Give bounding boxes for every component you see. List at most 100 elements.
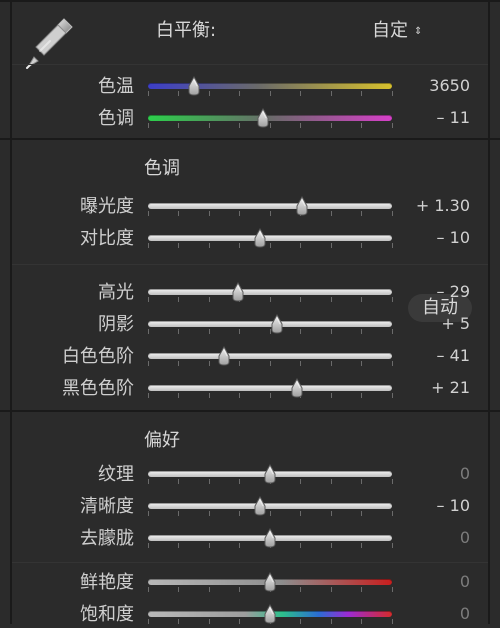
slider-tick (330, 91, 332, 96)
tone-panel: 色调 自动 曝光度 + 1.30 对比度 – 10 高光 – 29 阴影 + 5… (0, 138, 500, 410)
dehaze-label: 去朦胧 (80, 528, 134, 549)
clarity-value[interactable]: – 10 (437, 490, 470, 520)
whites-slider[interactable] (147, 340, 393, 370)
slider-tick (391, 91, 393, 96)
slider-tick (361, 361, 362, 366)
white-balance-preset-value: 自定 (372, 20, 408, 41)
slider-tick (147, 619, 149, 624)
temperature-row: 色温 3650 (0, 70, 500, 100)
contrast-slider-track[interactable] (148, 235, 392, 241)
blacks-slider[interactable] (147, 372, 393, 402)
slider-tick (178, 543, 179, 548)
temperature-value[interactable]: 3650 (429, 70, 470, 100)
slider-tick (391, 543, 393, 548)
blacks-slider-ticks (147, 393, 393, 398)
slider-tick (178, 329, 179, 334)
temperature-slider[interactable] (147, 70, 393, 100)
shadows-slider[interactable] (147, 308, 393, 338)
slider-tick (178, 91, 179, 96)
dehaze-slider-thumb[interactable] (263, 528, 277, 548)
highlights-value[interactable]: – 29 (437, 276, 470, 306)
highlights-slider-ticks (147, 297, 393, 302)
blacks-slider-thumb[interactable] (290, 378, 304, 398)
tint-slider-track[interactable] (148, 115, 392, 121)
slider-tick (239, 393, 240, 398)
slider-tick (208, 329, 210, 334)
whites-value[interactable]: – 41 (437, 340, 470, 370)
clarity-slider[interactable] (147, 490, 393, 520)
tint-slider-thumb[interactable] (256, 108, 270, 128)
highlights-slider[interactable] (147, 276, 393, 306)
temperature-slider-thumb[interactable] (187, 76, 201, 96)
dehaze-slider[interactable] (147, 522, 393, 552)
vibrance-value[interactable]: 0 (460, 566, 470, 596)
contrast-slider[interactable] (147, 222, 393, 252)
tint-slider[interactable] (147, 102, 393, 132)
slider-tick (361, 211, 362, 216)
clarity-slider-thumb[interactable] (253, 496, 267, 516)
slider-tick (239, 329, 240, 334)
saturation-slider-thumb[interactable] (263, 604, 277, 624)
white-balance-preset-dropdown[interactable]: 自定 ⇕ (372, 22, 422, 40)
vibrance-slider-thumb[interactable] (263, 572, 277, 592)
slider-tick (178, 243, 179, 248)
exposure-slider[interactable] (147, 190, 393, 220)
whites-slider-track[interactable] (148, 353, 392, 359)
slider-tick (178, 511, 179, 516)
exposure-slider-track[interactable] (148, 203, 392, 209)
shadows-slider-thumb[interactable] (270, 314, 284, 334)
texture-row: 纹理 0 (0, 458, 500, 488)
slider-tick (208, 479, 210, 484)
slider-tick (330, 543, 332, 548)
texture-slider[interactable] (147, 458, 393, 488)
highlights-slider-thumb[interactable] (231, 282, 245, 302)
contrast-label: 对比度 (80, 228, 134, 249)
highlights-slider-track[interactable] (148, 289, 392, 295)
tint-value[interactable]: – 11 (437, 102, 470, 132)
blacks-value[interactable]: + 21 (431, 372, 470, 402)
slider-tick (208, 361, 210, 366)
slider-tick (178, 361, 179, 366)
slider-tick (147, 479, 149, 484)
slider-tick (391, 587, 393, 592)
contrast-slider-thumb[interactable] (253, 228, 267, 248)
slider-tick (147, 297, 149, 302)
white-balance-title: 白平衡: (156, 20, 217, 41)
clarity-slider-track[interactable] (148, 503, 392, 509)
temperature-slider-track[interactable] (148, 83, 392, 89)
clarity-slider-ticks (147, 511, 393, 516)
slider-tick (208, 543, 210, 548)
shadows-row: 阴影 + 5 (0, 308, 500, 338)
eyedropper-icon[interactable] (20, 11, 80, 71)
whites-slider-thumb[interactable] (217, 346, 231, 366)
dehaze-value[interactable]: 0 (460, 522, 470, 552)
contrast-value[interactable]: – 10 (437, 222, 470, 252)
whites-label: 白色色阶 (62, 346, 134, 367)
shadows-value[interactable]: + 5 (441, 308, 470, 338)
highlights-label: 高光 (98, 282, 134, 303)
blacks-row: 黑色色阶 + 21 (0, 372, 500, 402)
vibrance-slider[interactable] (147, 566, 393, 596)
slider-tick (300, 329, 301, 334)
slider-tick (330, 511, 332, 516)
slider-tick (391, 329, 393, 334)
texture-slider-thumb[interactable] (263, 464, 277, 484)
slider-tick (178, 297, 179, 302)
exposure-label: 曝光度 (80, 196, 134, 217)
contrast-slider-ticks (147, 243, 393, 248)
clarity-row: 清晰度 – 10 (0, 490, 500, 520)
contrast-row: 对比度 – 10 (0, 222, 500, 252)
slider-tick (269, 393, 271, 398)
exposure-value[interactable]: + 1.30 (416, 190, 470, 220)
shadows-label: 阴影 (98, 314, 134, 335)
texture-value[interactable]: 0 (460, 458, 470, 488)
slider-tick (300, 511, 301, 516)
slider-tick (239, 543, 240, 548)
exposure-slider-thumb[interactable] (295, 196, 309, 216)
slider-tick (147, 243, 149, 248)
slider-tick (239, 243, 240, 248)
slider-tick (269, 91, 271, 96)
slider-tick (147, 211, 149, 216)
whites-row: 白色色阶 – 41 (0, 340, 500, 370)
blacks-slider-track[interactable] (148, 385, 392, 391)
